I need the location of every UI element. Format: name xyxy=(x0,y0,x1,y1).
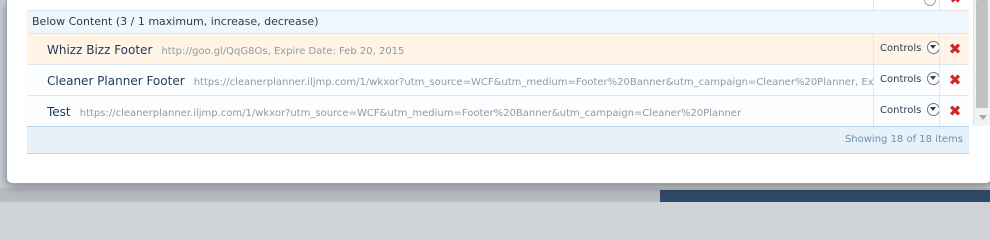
vertical-scrollbar[interactable] xyxy=(973,0,990,126)
item-name-link[interactable]: Whizz Bizz Footer xyxy=(47,43,152,57)
controls-label: Controls xyxy=(880,74,922,85)
chevron-down-circle-icon[interactable] xyxy=(926,71,940,85)
scrollbar-thumb[interactable] xyxy=(976,0,988,108)
item-name-link[interactable]: Test xyxy=(47,105,71,119)
item-extra: https://cleanerplanner.iljmp.com/1/wkxor… xyxy=(193,77,873,88)
group-header: Below Content (3 / 1 maximum, increase, … xyxy=(27,11,969,34)
list-item[interactable]: Test https://cleanerplanner.iljmp.com/1/… xyxy=(27,96,969,127)
previous-row-partial: ✖ xyxy=(27,0,969,11)
delete-x-icon[interactable]: ✖ xyxy=(939,34,970,64)
list-item[interactable]: Whizz Bizz Footer http://goo.gl/QqG8Os, … xyxy=(27,34,969,65)
list-item-main[interactable]: Cleaner Planner Footer https://cleanerpl… xyxy=(27,65,873,95)
chevron-down-circle-icon[interactable] xyxy=(926,102,940,116)
item-extra: http://goo.gl/QqG8Os, Expire Date: Feb 2… xyxy=(161,46,405,57)
cell-divider xyxy=(873,0,874,10)
delete-x-icon[interactable]: ✖ xyxy=(950,0,961,7)
controls-menu-button[interactable]: Controls xyxy=(873,96,940,126)
list-item-main[interactable]: Test https://cleanerplanner.iljmp.com/1/… xyxy=(27,96,873,126)
group-meta: (3 / 1 maximum, increase, decrease) xyxy=(115,15,319,28)
controls-menu-button[interactable]: Controls xyxy=(873,34,940,64)
controls-label: Controls xyxy=(880,43,922,54)
item-name-link[interactable]: Cleaner Planner Footer xyxy=(47,74,185,88)
cell-divider xyxy=(939,0,940,10)
chevron-down-circle-icon[interactable] xyxy=(924,0,936,6)
chevron-down-circle-icon[interactable] xyxy=(926,40,940,54)
item-extra: https://cleanerplanner.iljmp.com/1/wkxor… xyxy=(79,108,742,119)
controls-menu-button[interactable]: Controls xyxy=(873,65,940,95)
list-footer: Showing 18 of 18 items xyxy=(27,126,969,154)
group-title: Below Content xyxy=(32,15,113,28)
showing-count: Showing 18 of 18 items xyxy=(844,134,963,145)
scroll-down-arrow-icon[interactable] xyxy=(979,115,987,120)
list-item[interactable]: Cleaner Planner Footer https://cleanerpl… xyxy=(27,65,969,96)
backdrop-blue-strip xyxy=(660,190,990,202)
modal-dialog: ✖ Below Content (3 / 1 maximum, increase… xyxy=(6,0,990,184)
delete-x-icon[interactable]: ✖ xyxy=(939,96,970,126)
controls-label: Controls xyxy=(880,105,922,116)
list-item-main[interactable]: Whizz Bizz Footer http://goo.gl/QqG8Os, … xyxy=(27,34,873,64)
delete-x-icon[interactable]: ✖ xyxy=(939,65,970,95)
